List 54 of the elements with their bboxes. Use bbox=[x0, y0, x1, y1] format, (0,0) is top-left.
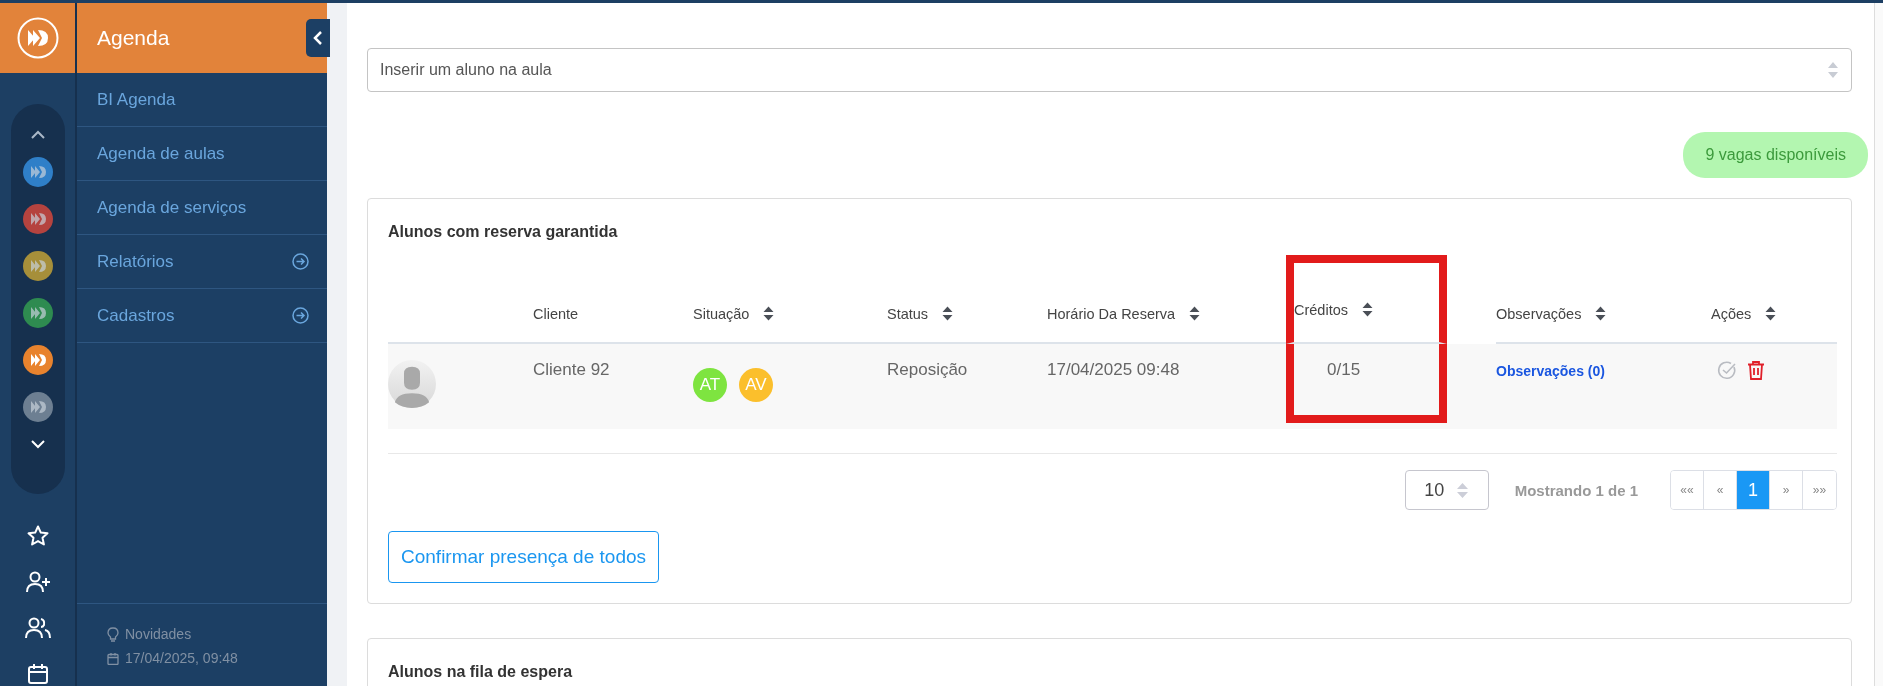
news-link[interactable]: Novidades bbox=[125, 626, 192, 642]
calendar-icon bbox=[107, 651, 119, 665]
column-header[interactable]: Horário Da Reserva bbox=[1047, 305, 1176, 322]
collapse-button[interactable] bbox=[306, 19, 330, 57]
column-header[interactable]: Status bbox=[887, 305, 929, 322]
page-size-select[interactable]: 10 bbox=[1404, 470, 1489, 510]
page-button[interactable]: «« bbox=[1671, 471, 1704, 509]
arrow-circle-icon bbox=[292, 307, 309, 324]
add-user-icon[interactable] bbox=[24, 570, 51, 594]
status-text: Reposição bbox=[887, 360, 968, 380]
trash-icon[interactable] bbox=[1747, 360, 1765, 380]
unit-logo-icon[interactable] bbox=[22, 250, 53, 281]
student-select[interactable]: Inserir um aluno na aula bbox=[367, 48, 1852, 92]
menu-title: Agenda bbox=[97, 26, 170, 50]
card-title: Alunos com reserva garantida bbox=[388, 223, 619, 241]
arrow-circle-icon bbox=[292, 253, 309, 270]
unit-logo-icon[interactable] bbox=[22, 391, 53, 422]
unit-logo-icon[interactable] bbox=[22, 203, 53, 234]
calendar-icon[interactable] bbox=[25, 662, 50, 686]
logo-icon bbox=[16, 16, 59, 59]
card-title: Alunos na fila de espera bbox=[388, 663, 574, 681]
column-header[interactable]: Ações bbox=[1711, 305, 1752, 322]
chevron-left-icon bbox=[313, 30, 323, 46]
column-header[interactable]: Observações bbox=[1496, 305, 1582, 322]
column-header[interactable]: Situação bbox=[693, 305, 750, 322]
sort-icon[interactable] bbox=[1765, 306, 1777, 321]
chevron-up-icon[interactable] bbox=[29, 129, 46, 140]
column-header[interactable]: Créditos bbox=[1294, 301, 1348, 318]
star-icon[interactable] bbox=[25, 524, 50, 548]
vacancy-badge: 9 vagas disponíveis bbox=[1683, 132, 1868, 178]
sort-icon[interactable] bbox=[942, 306, 954, 321]
unit-logo-icon[interactable] bbox=[22, 344, 53, 375]
sort-icon[interactable] bbox=[1189, 306, 1201, 321]
sort-icon[interactable] bbox=[1595, 306, 1607, 321]
sort-icon[interactable] bbox=[1362, 302, 1373, 317]
lightbulb-icon bbox=[107, 626, 119, 642]
users-icon[interactable] bbox=[24, 616, 51, 640]
check-circle-icon[interactable] bbox=[1717, 360, 1737, 380]
client-name: Cliente 92 bbox=[533, 360, 610, 380]
notes-link[interactable]: Observações (0) bbox=[1496, 360, 1605, 379]
date-time-text: 17/04/2025, 09:48 bbox=[125, 650, 238, 666]
page-button[interactable]: 1 bbox=[1737, 471, 1770, 509]
sort-arrows-icon bbox=[1827, 61, 1839, 79]
reservation-time: 17/04/2025 09:48 bbox=[1047, 360, 1180, 380]
showing-count: Mostrando 1 de 1 bbox=[1514, 481, 1638, 499]
sort-icon[interactable] bbox=[763, 306, 775, 321]
unit-logo-icon[interactable] bbox=[22, 297, 53, 328]
sort-arrows-icon bbox=[1456, 481, 1470, 499]
unit-logo-icon[interactable] bbox=[22, 156, 53, 187]
credits-text: 0/15 bbox=[1327, 360, 1361, 380]
avatar-silhouette bbox=[388, 360, 436, 408]
column-header: Cliente bbox=[533, 305, 579, 322]
chevron-down-icon[interactable] bbox=[29, 438, 46, 449]
confirm-all-button[interactable]: Confirmar presença de todos bbox=[388, 531, 659, 583]
